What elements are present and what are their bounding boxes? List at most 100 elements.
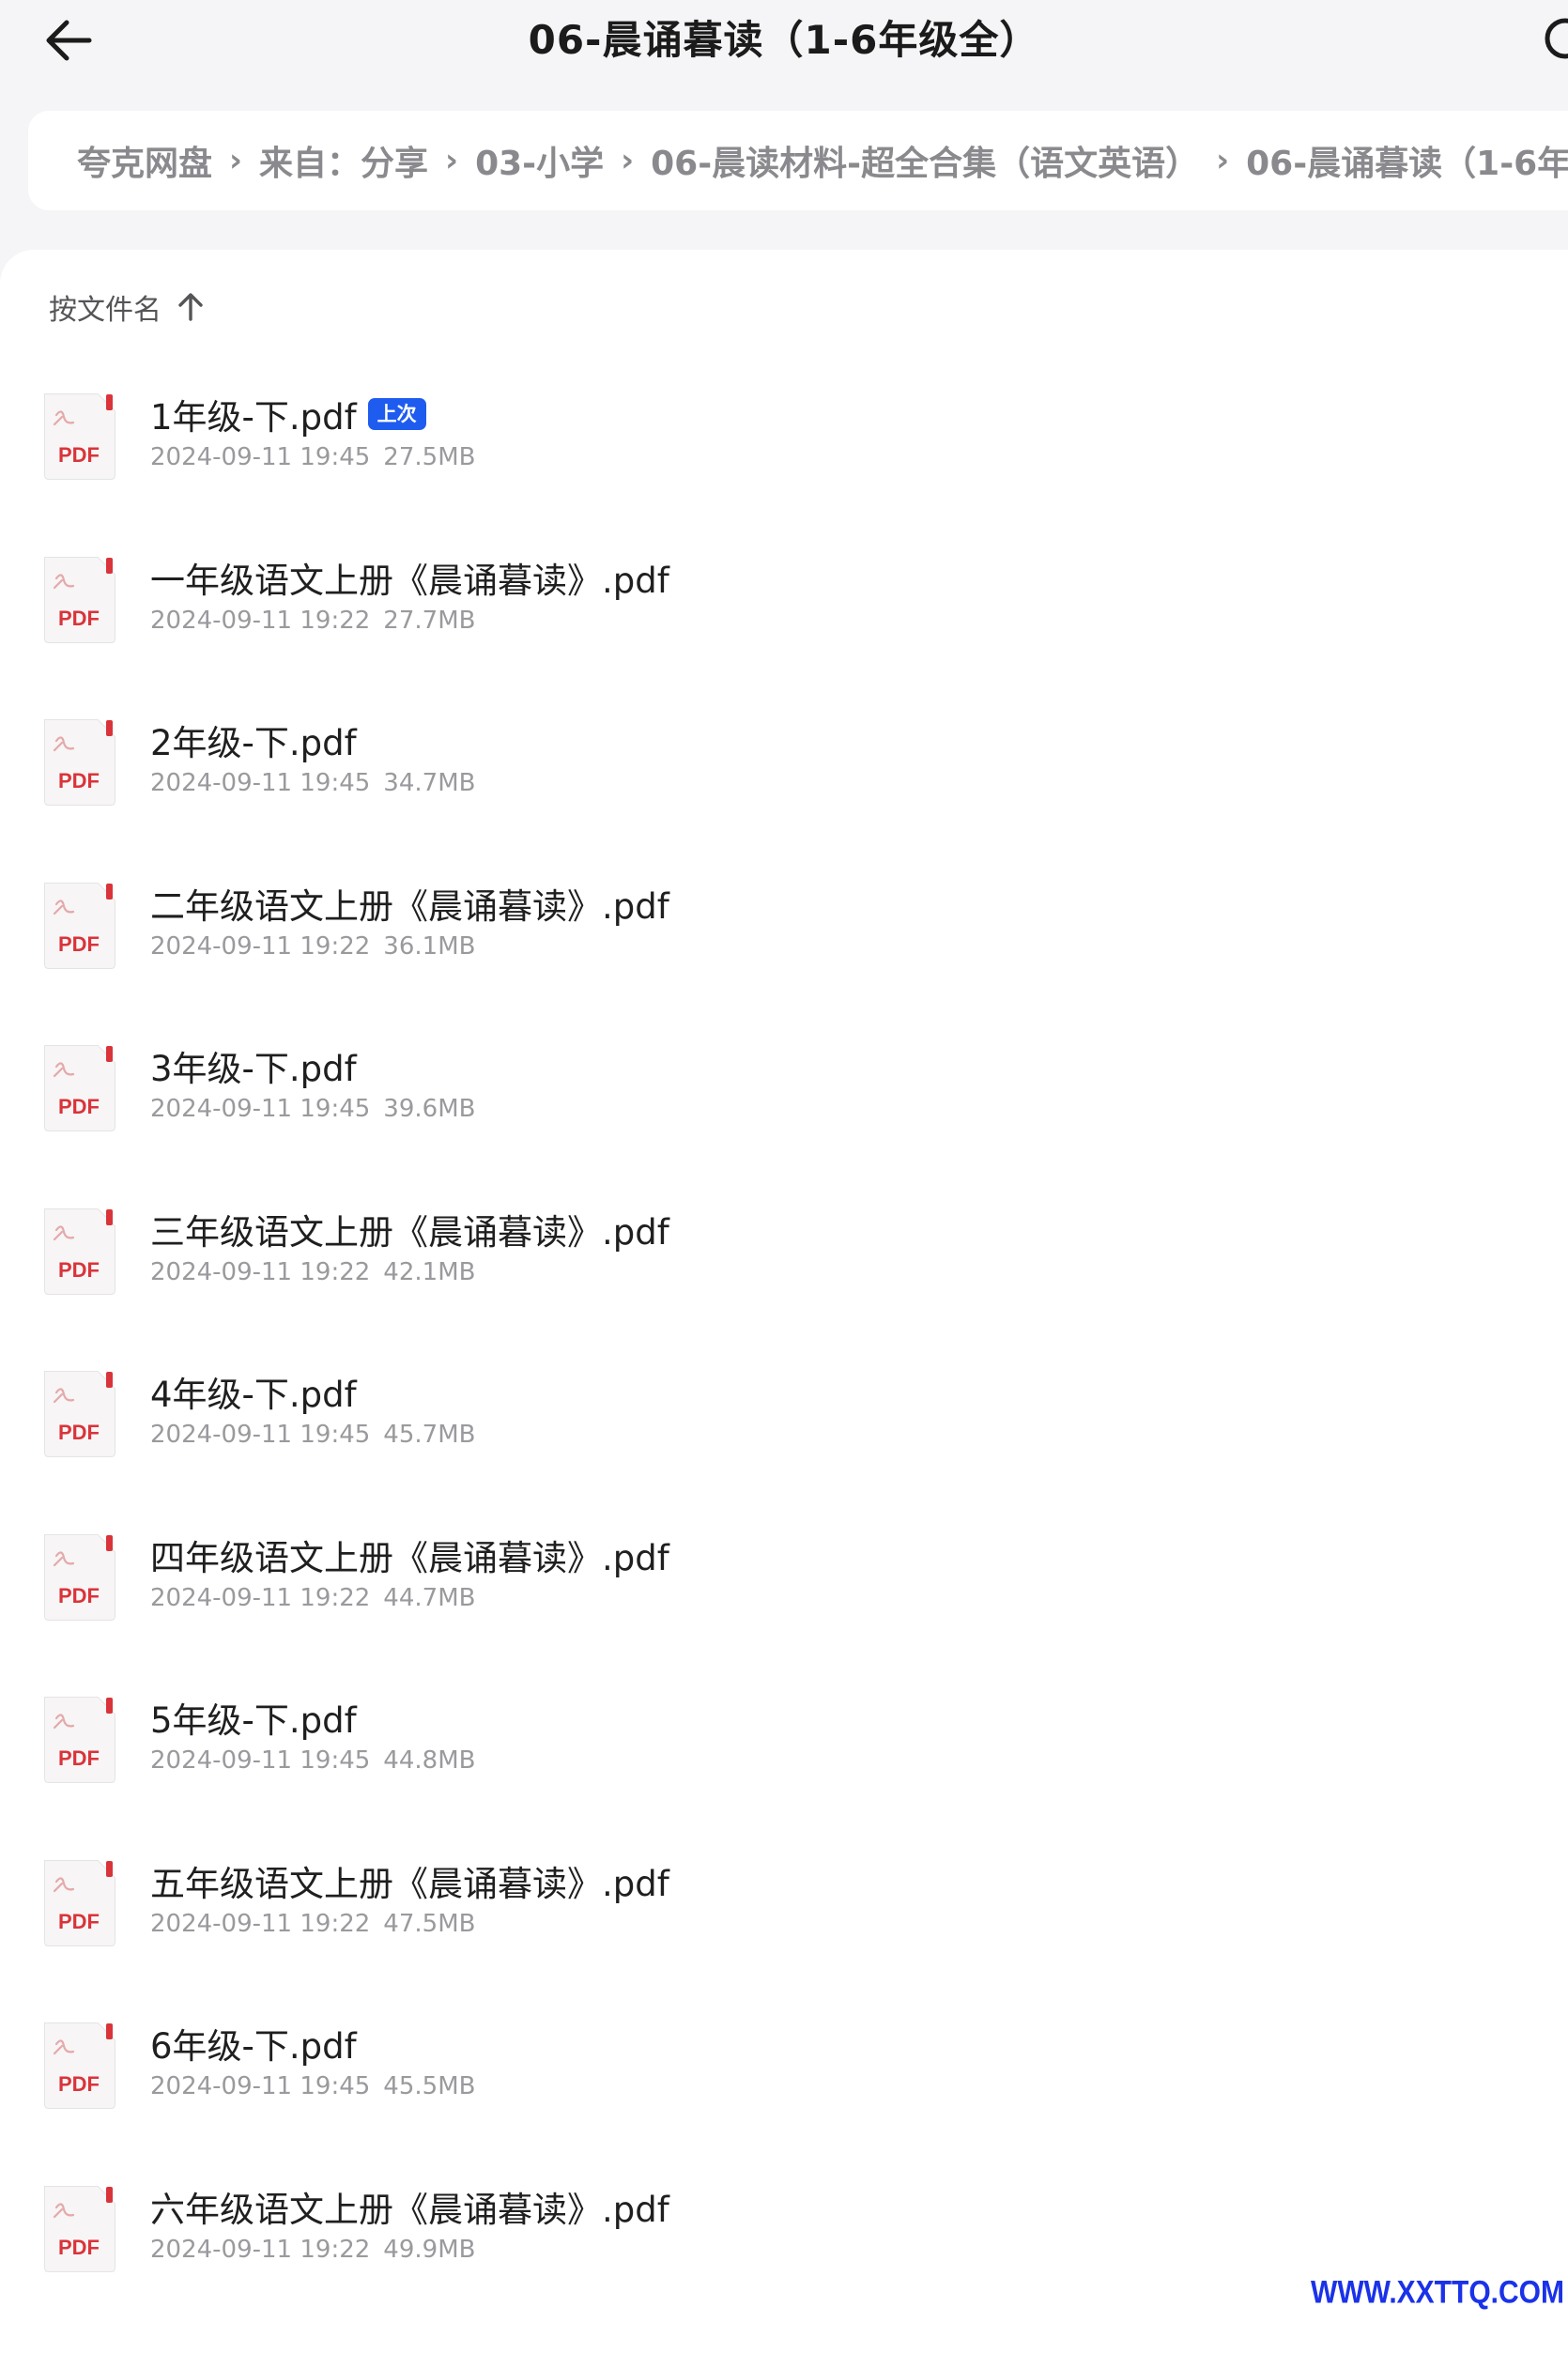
- file-meta: 2024-09-11 19:22 44.7MB: [150, 1584, 475, 1612]
- breadcrumb-separator: ›: [1216, 142, 1230, 179]
- file-size: 45.7MB: [383, 1421, 476, 1449]
- file-row[interactable]: PDF 2年级-下.pdf 2024-09-11 19:45 34.7MB: [0, 716, 1568, 879]
- pdf-label: PDF: [58, 607, 100, 630]
- pdf-label: PDF: [58, 1258, 100, 1282]
- sort-label: 按文件名: [49, 294, 161, 327]
- page-title: 06-晨诵暮读（1-6年级全）: [528, 17, 1040, 63]
- file-meta: 2024-09-11 19:45 27.5MB: [150, 443, 475, 471]
- file-size: 44.7MB: [383, 1584, 476, 1612]
- file-date: 2024-09-11 19:22: [150, 2236, 371, 2264]
- file-size: 34.7MB: [383, 769, 476, 797]
- file-date: 2024-09-11 19:22: [150, 1258, 371, 1286]
- file-row[interactable]: PDF 三年级语文上册《晨诵暮读》.pdf 2024-09-11 19:22 42…: [0, 1206, 1568, 1368]
- file-meta: 2024-09-11 19:45 39.6MB: [150, 1095, 475, 1123]
- file-size: 47.5MB: [383, 1910, 476, 1938]
- file-size: 27.7MB: [383, 607, 476, 635]
- pdf-file-icon: PDF: [44, 883, 115, 969]
- pdf-file-icon: PDF: [44, 2022, 115, 2109]
- breadcrumb-item-reading-materials[interactable]: 06-晨读材料-超全合集（语文英语）: [651, 136, 1199, 185]
- file-meta: 2024-09-11 19:22 27.7MB: [150, 607, 475, 635]
- pdf-file-icon: PDF: [44, 557, 115, 643]
- file-date: 2024-09-11 19:45: [150, 2072, 371, 2100]
- file-row[interactable]: PDF 4年级-下.pdf 2024-09-11 19:45 45.7MB: [0, 1368, 1568, 1530]
- file-name: 6年级-下.pdf: [150, 2026, 357, 2067]
- file-name: 3年级-下.pdf: [150, 1049, 357, 1089]
- file-name: 5年级-下.pdf: [150, 1700, 357, 1741]
- pdf-label: PDF: [58, 2236, 100, 2259]
- file-row[interactable]: PDF 3年级-下.pdf 2024-09-11 19:45 39.6MB: [0, 1042, 1568, 1205]
- file-date: 2024-09-11 19:22: [150, 1910, 371, 1938]
- pdf-label: PDF: [58, 443, 100, 467]
- pdf-file-icon: PDF: [44, 1534, 115, 1621]
- file-size: 45.5MB: [383, 2072, 476, 2100]
- file-size: 44.8MB: [383, 1746, 476, 1775]
- pdf-file-icon: PDF: [44, 393, 115, 480]
- pdf-label: PDF: [58, 769, 100, 792]
- pdf-label: PDF: [58, 2072, 100, 2096]
- file-row[interactable]: PDF 四年级语文上册《晨诵暮读》.pdf 2024-09-11 19:22 44…: [0, 1531, 1568, 1694]
- file-meta: 2024-09-11 19:22 42.1MB: [150, 1258, 475, 1286]
- file-name: 六年级语文上册《晨诵暮读》.pdf: [150, 2190, 669, 2230]
- file-date: 2024-09-11 19:22: [150, 607, 371, 635]
- file-name: 五年级语文上册《晨诵暮读》.pdf: [150, 1864, 669, 1904]
- file-name: 一年级语文上册《晨诵暮读》.pdf: [150, 561, 669, 601]
- file-meta: 2024-09-11 19:45 44.8MB: [150, 1746, 475, 1775]
- file-row[interactable]: PDF 二年级语文上册《晨诵暮读》.pdf 2024-09-11 19:22 36…: [0, 880, 1568, 1042]
- file-row[interactable]: PDF 一年级语文上册《晨诵暮读》.pdf 2024-09-11 19:22 27…: [0, 554, 1568, 716]
- file-meta: 2024-09-11 19:45 45.7MB: [150, 1421, 475, 1449]
- file-name: 二年级语文上册《晨诵暮读》.pdf: [150, 886, 669, 927]
- breadcrumb-item-root[interactable]: 夸克网盘: [77, 136, 212, 185]
- file-name: 4年级-下.pdf: [150, 1375, 357, 1415]
- file-row[interactable]: PDF 六年级语文上册《晨诵暮读》.pdf 2024-09-11 19:22 49…: [0, 2183, 1568, 2345]
- pdf-label: PDF: [58, 1095, 100, 1118]
- top-bar: 06-晨诵暮读（1-6年级全）: [0, 0, 1568, 103]
- file-row[interactable]: PDF 5年级-下.pdf 2024-09-11 19:45 44.8MB: [0, 1694, 1568, 1856]
- search-icon: [1545, 18, 1568, 59]
- breadcrumb-item-primary[interactable]: 03-小学: [475, 136, 604, 185]
- file-meta: 2024-09-11 19:22 36.1MB: [150, 932, 475, 961]
- file-meta: 2024-09-11 19:45 45.5MB: [150, 2072, 475, 2100]
- file-date: 2024-09-11 19:45: [150, 1746, 371, 1775]
- file-meta: 2024-09-11 19:22 49.9MB: [150, 2236, 475, 2264]
- file-date: 2024-09-11 19:22: [150, 1584, 371, 1612]
- file-date: 2024-09-11 19:45: [150, 1421, 371, 1449]
- breadcrumb-separator: ›: [621, 142, 635, 179]
- file-meta: 2024-09-11 19:45 34.7MB: [150, 769, 475, 797]
- pdf-label: PDF: [58, 1910, 100, 1933]
- breadcrumb-item-current[interactable]: 06-晨诵暮读（1-6年级全）: [1246, 136, 1568, 185]
- file-size: 27.5MB: [383, 443, 476, 471]
- file-list-panel: 按文件名 PDF 1年级-下.pdf 上次 2024-09-11 19:45 27…: [0, 250, 1568, 2353]
- search-button[interactable]: [1534, 8, 1568, 73]
- pdf-label: PDF: [58, 1584, 100, 1607]
- pdf-file-icon: PDF: [44, 1045, 115, 1131]
- breadcrumb-item-share[interactable]: 来自：分享: [259, 136, 428, 185]
- pdf-label: PDF: [58, 932, 100, 956]
- arrow-up-icon: [177, 292, 205, 322]
- file-date: 2024-09-11 19:45: [150, 769, 371, 797]
- file-date: 2024-09-11 19:45: [150, 1095, 371, 1123]
- pdf-file-icon: PDF: [44, 2186, 115, 2272]
- breadcrumb-separator: ›: [229, 142, 243, 179]
- file-date: 2024-09-11 19:45: [150, 443, 371, 471]
- breadcrumb-separator: ›: [445, 142, 459, 179]
- sort-control[interactable]: 按文件名: [49, 284, 205, 331]
- file-meta: 2024-09-11 19:22 47.5MB: [150, 1910, 475, 1938]
- file-size: 39.6MB: [383, 1095, 476, 1123]
- breadcrumb: 夸克网盘 › 来自：分享 › 03-小学 › 06-晨读材料-超全合集（语文英语…: [28, 111, 1568, 210]
- file-row[interactable]: PDF 1年级-下.pdf 上次 2024-09-11 19:45 27.5MB: [0, 391, 1568, 553]
- file-name: 1年级-下.pdf: [150, 397, 357, 438]
- pdf-label: PDF: [58, 1421, 100, 1444]
- file-size: 36.1MB: [383, 932, 476, 961]
- file-name: 四年级语文上册《晨诵暮读》.pdf: [150, 1538, 669, 1578]
- pdf-file-icon: PDF: [44, 1208, 115, 1295]
- file-row[interactable]: PDF 五年级语文上册《晨诵暮读》.pdf 2024-09-11 19:22 47…: [0, 1857, 1568, 2020]
- pdf-file-icon: PDF: [44, 1697, 115, 1783]
- pdf-file-icon: PDF: [44, 1371, 115, 1457]
- pdf-file-icon: PDF: [44, 719, 115, 806]
- file-row[interactable]: PDF 6年级-下.pdf 2024-09-11 19:45 45.5MB: [0, 2020, 1568, 2182]
- last-opened-badge: 上次: [367, 398, 426, 430]
- pdf-file-icon: PDF: [44, 1860, 115, 1946]
- file-size: 49.9MB: [383, 2236, 476, 2264]
- file-name: 2年级-下.pdf: [150, 723, 357, 763]
- pdf-label: PDF: [58, 1746, 100, 1770]
